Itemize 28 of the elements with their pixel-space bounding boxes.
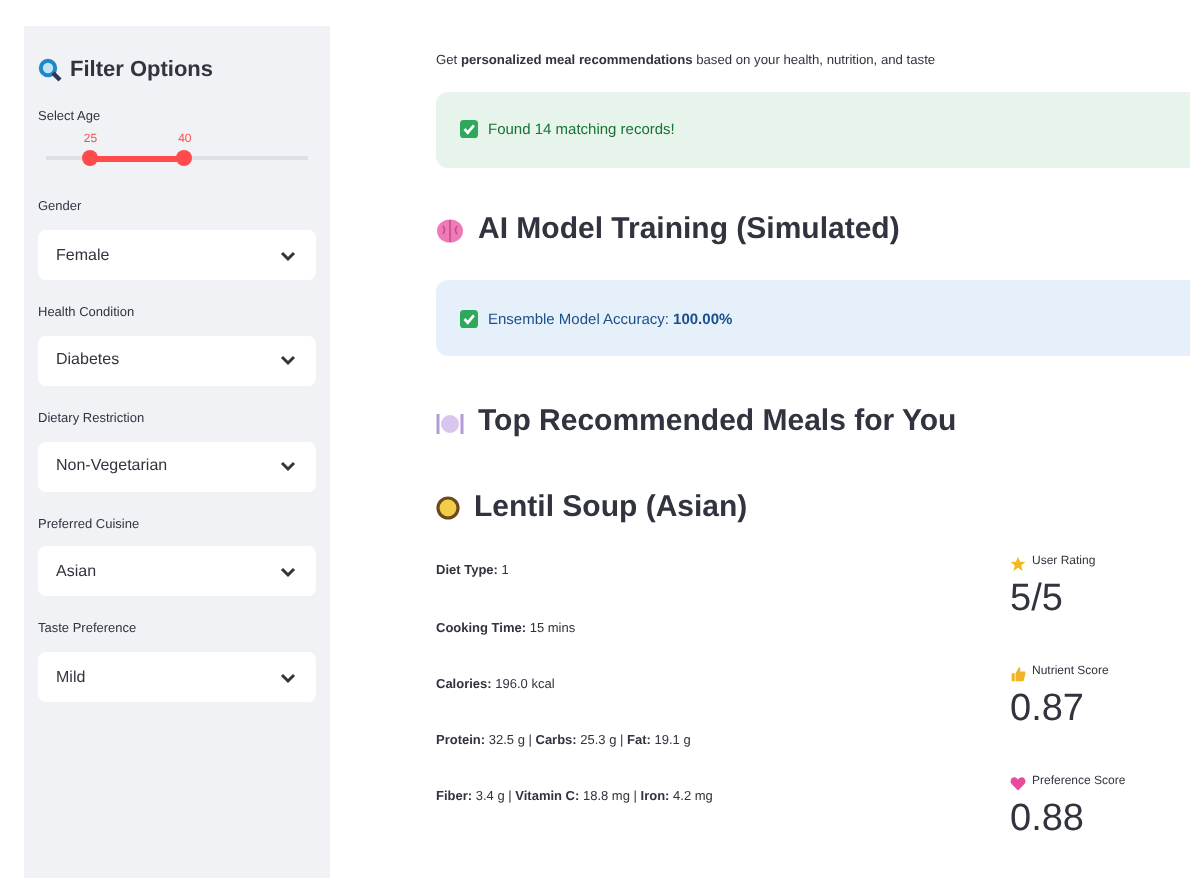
metric-value: 5/5 xyxy=(1010,578,1065,623)
metric-value: 0.87 xyxy=(1010,688,1086,733)
check-icon xyxy=(460,120,478,139)
plate-icon xyxy=(436,411,464,436)
section-heading: AI Model Training (Simulated) xyxy=(478,209,900,250)
check-icon xyxy=(460,309,478,328)
slider-thumb[interactable] xyxy=(82,150,99,167)
circle-icon xyxy=(436,496,460,521)
section-heading: Top Recommended Meals for You xyxy=(478,402,957,443)
select-field[interactable]: Mild xyxy=(38,652,316,702)
chevron-down-icon xyxy=(280,249,296,261)
chevron-down-icon xyxy=(280,671,296,683)
metric-value: 0.88 xyxy=(1010,798,1086,843)
brain-icon xyxy=(436,217,464,244)
select-field[interactable]: Asian xyxy=(38,546,316,597)
chevron-down-icon xyxy=(280,565,296,578)
select-field[interactable]: Female xyxy=(38,230,316,280)
chevron-down-icon xyxy=(280,460,296,472)
meal-title: Lentil Soup (Asian) xyxy=(474,487,748,528)
slider-thumb[interactable] xyxy=(176,150,193,167)
heart-icon xyxy=(1010,775,1026,792)
sidebar-title: Filter Options xyxy=(70,56,213,86)
search-icon xyxy=(38,58,62,83)
chevron-down-icon xyxy=(280,354,296,367)
thumbs-up-icon xyxy=(1010,665,1026,682)
star-icon xyxy=(1010,555,1026,572)
select-field[interactable]: Non-Vegetarian xyxy=(38,441,316,491)
select-field[interactable]: Diabetes xyxy=(38,335,316,386)
